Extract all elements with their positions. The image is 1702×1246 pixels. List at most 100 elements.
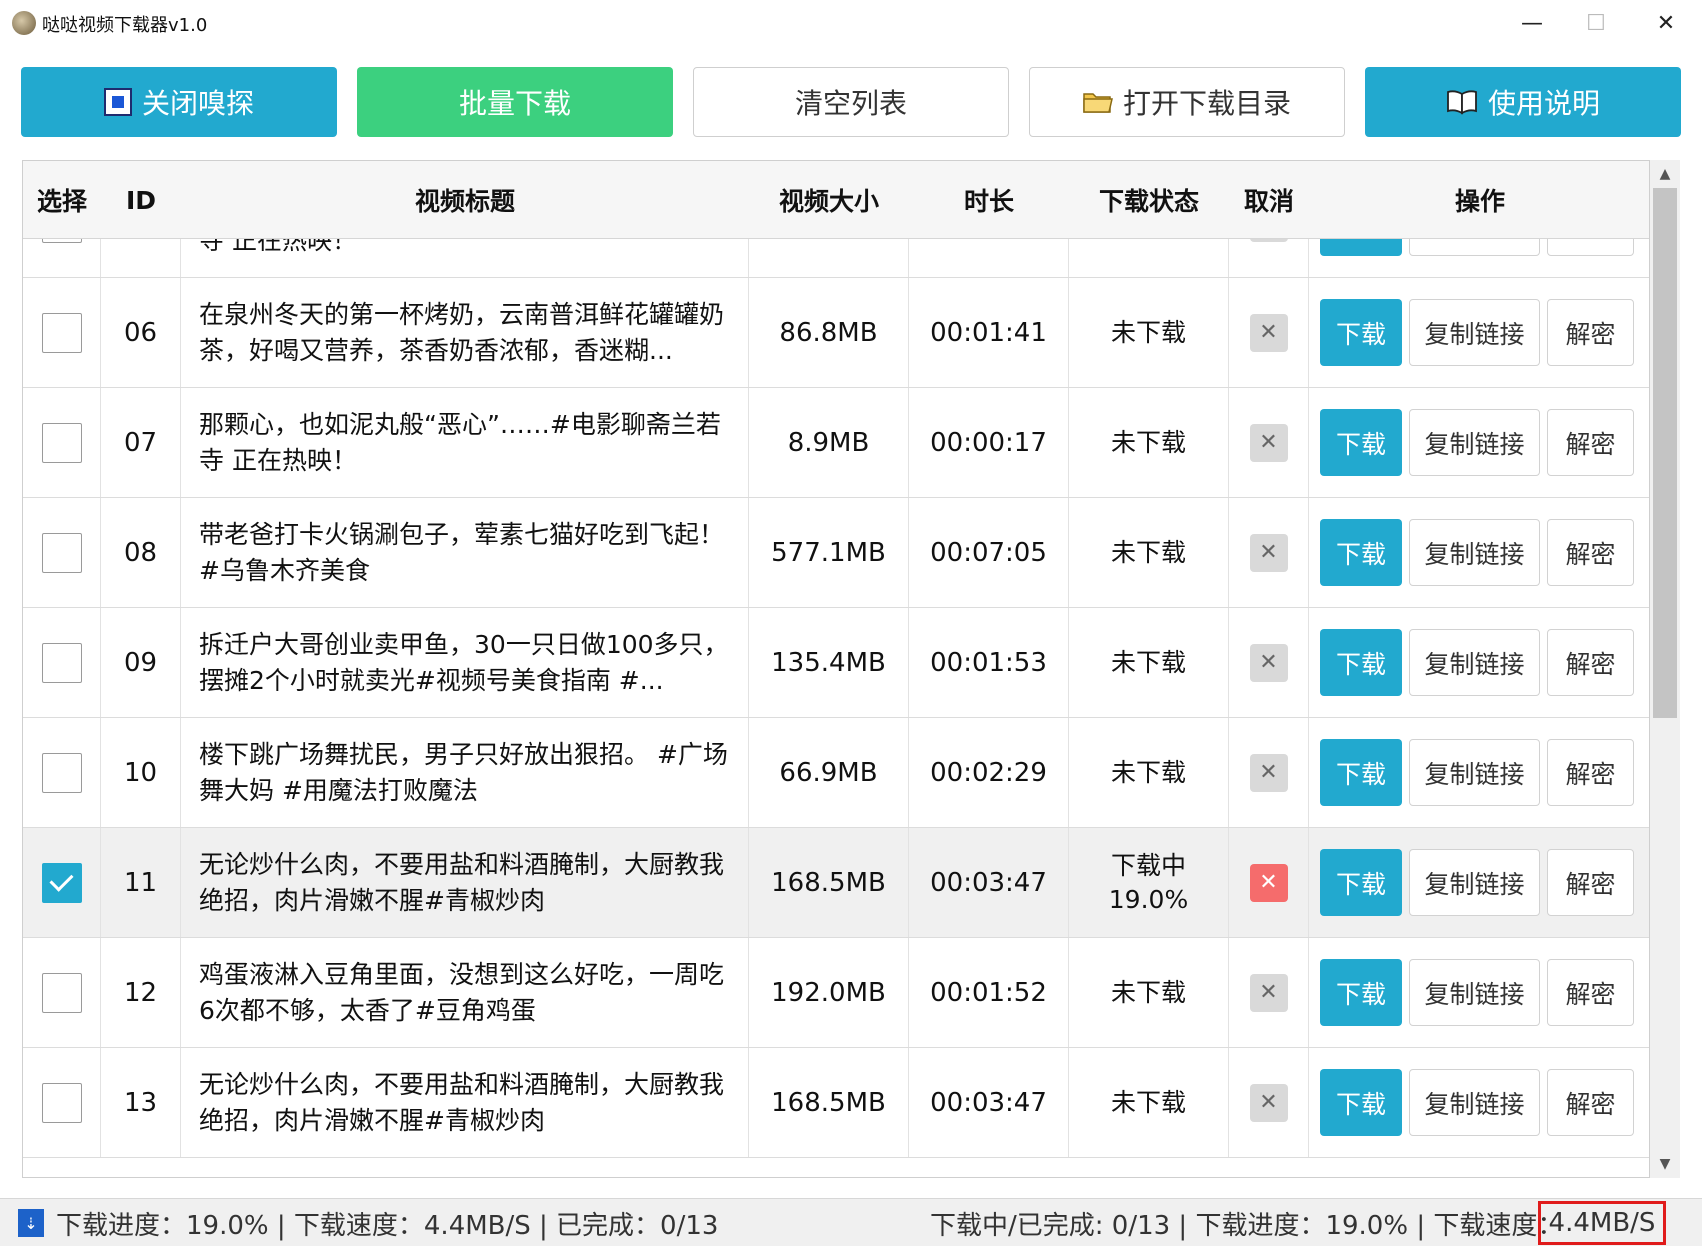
manual-button[interactable]: 使用说明 [1365, 67, 1681, 137]
row-title-cell: 无论炒什么肉，不要用盐和料酒腌制，大厨教我绝招，肉片滑嫩不腥#青椒炒肉 [181, 828, 749, 937]
scroll-down-arrow-icon[interactable]: ▼ [1650, 1150, 1680, 1178]
row-checkbox[interactable] [41, 312, 82, 353]
header-select: 选择 [36, 187, 87, 216]
row-title: 那颗心，也如泥丸般“恶心”……#电影聊斋兰若寺 正在热映！ [199, 409, 721, 475]
row-download-button[interactable]: 下载 [1320, 959, 1402, 1026]
row-status-text: 未下载 [1110, 1087, 1186, 1117]
cancel-icon[interactable]: ✕ [1249, 1083, 1288, 1122]
row-copy-link-button[interactable]: 复制链接 [1409, 739, 1540, 806]
open-download-dir-button[interactable]: 打开下载目录 [1029, 67, 1345, 137]
row-decrypt-button[interactable]: 解密 [1547, 959, 1634, 1026]
row-decrypt-button[interactable]: 解密 [1547, 849, 1634, 916]
batch-download-button[interactable]: 批量下载 [357, 67, 673, 137]
row-status-text: 未下载 [1110, 317, 1186, 347]
status-right-text: 下载中/已完成: 0/13 | 下载进度：19.0% | 下载速度： [930, 1211, 1564, 1241]
row-checkbox[interactable] [41, 1082, 82, 1123]
table-row: 05 那颗心，也如泥丸般“恶心”……#电影聊斋兰若寺 正在热映！ 8.9MB00:0… [23, 239, 1649, 278]
stop-sniff-button[interactable]: 关闭嗅探 [21, 67, 337, 137]
row-status-progress: 19.0% [1108, 884, 1189, 914]
row-copy-link-button[interactable]: 复制链接 [1409, 849, 1540, 916]
table-row: 12 鸡蛋液淋入豆角里面，没想到这么好吃，一周吃6次都不够，太香了#豆角鸡蛋 192… [23, 938, 1649, 1048]
row-checkbox[interactable] [41, 752, 82, 793]
row-size: 66.9MB [749, 718, 909, 827]
row-title-cell: 拆迁户大哥创业卖甲鱼，30一只日做100多只，摆摊2个小时就卖光#视频号美食指南… [181, 608, 749, 717]
row-copy-link-button[interactable]: 复制链接 [1409, 239, 1540, 256]
row-status-cell: 下载中 19.0% [1069, 828, 1229, 937]
row-duration: 00:03:47 [909, 1048, 1069, 1157]
cancel-icon[interactable]: ✕ [1249, 753, 1288, 792]
download-status-icon: ⇣ [18, 1209, 44, 1237]
row-copy-link-button[interactable]: 复制链接 [1409, 629, 1540, 696]
row-checkbox[interactable] [41, 532, 82, 573]
select-cell [23, 239, 101, 277]
table-row: 08 带老爸打卡火锅涮包子，荤素七猫好吃到飞起！#乌鲁木齐美食 577.1MB 00:… [23, 498, 1649, 608]
row-copy-link-button[interactable]: 复制链接 [1409, 519, 1540, 586]
close-window-button[interactable]: ✕ [1636, 0, 1696, 46]
row-copy-link-button[interactable]: 复制链接 [1409, 959, 1540, 1026]
cancel-icon[interactable]: ✕ [1249, 423, 1288, 462]
row-status-text: 下载中 [1110, 850, 1186, 880]
row-checkbox[interactable] [41, 642, 82, 683]
table-scrollbar[interactable]: ▲ ▼ [1650, 160, 1680, 1178]
cancel-cell: ✕ [1229, 1048, 1309, 1157]
row-download-button[interactable]: 下载 [1320, 849, 1402, 916]
select-cell [23, 388, 101, 497]
row-title-cell: 楼下跳广场舞扰民，男子只好放出狠招。 #广场舞大妈 #用魔法打败魔法 [181, 718, 749, 827]
row-status-text: 未下载 [1110, 757, 1186, 787]
clear-list-button[interactable]: 清空列表 [693, 67, 1009, 137]
row-download-button[interactable]: 下载 [1320, 739, 1402, 806]
row-status: 未下载 [1111, 239, 1186, 240]
cancel-icon[interactable]: ✕ [1249, 973, 1288, 1012]
row-title-cell: 鸡蛋液淋入豆角里面，没想到这么好吃，一周吃6次都不够，太香了#豆角鸡蛋 [181, 938, 749, 1047]
row-status: 未下载 [1111, 426, 1186, 460]
table-row: 13 无论炒什么肉，不要用盐和料酒腌制，大厨教我绝招，肉片滑嫩不腥#青椒炒肉 168… [23, 1048, 1649, 1158]
row-download-button[interactable]: 下载 [1320, 239, 1402, 256]
row-checkbox[interactable] [41, 239, 82, 243]
maximize-button[interactable]: ☐ [1566, 0, 1626, 46]
cancel-icon[interactable]: ✕ [1249, 863, 1288, 902]
scrollbar-thumb[interactable] [1653, 188, 1677, 718]
cancel-icon[interactable]: ✕ [1249, 533, 1288, 572]
row-copy-link-button[interactable]: 复制链接 [1409, 1069, 1540, 1136]
row-id: 06 [101, 278, 181, 387]
cancel-icon[interactable]: ✕ [1249, 313, 1288, 352]
row-status-cell: 未下载 [1069, 498, 1229, 607]
row-title: 无论炒什么肉，不要用盐和料酒腌制，大厨教我绝招，肉片滑嫩不腥#青椒炒肉 [199, 849, 725, 915]
header-actions: 操作 [1454, 187, 1505, 216]
row-copy-link-button[interactable]: 复制链接 [1409, 409, 1540, 476]
row-id: 07 [101, 388, 181, 497]
row-decrypt-button[interactable]: 解密 [1547, 239, 1634, 256]
row-title: 鸡蛋液淋入豆角里面，没想到这么好吃，一周吃6次都不够，太香了#豆角鸡蛋 [199, 959, 725, 1025]
row-id: 12 [101, 938, 181, 1047]
row-download-button[interactable]: 下载 [1320, 629, 1402, 696]
row-decrypt-button[interactable]: 解密 [1547, 299, 1634, 366]
cancel-cell: ✕ [1229, 239, 1309, 277]
row-duration: 00:00:17 [909, 388, 1069, 497]
minimize-button[interactable]: — [1502, 0, 1562, 46]
cancel-cell: ✕ [1229, 498, 1309, 607]
row-decrypt-button[interactable]: 解密 [1547, 739, 1634, 806]
scroll-up-arrow-icon[interactable]: ▲ [1650, 160, 1680, 188]
batch-download-label: 批量下载 [458, 87, 571, 120]
row-status-cell: 未下载 [1069, 938, 1229, 1047]
row-decrypt-button[interactable]: 解密 [1547, 409, 1634, 476]
row-download-button[interactable]: 下载 [1320, 519, 1402, 586]
row-checkbox[interactable] [41, 422, 82, 463]
row-decrypt-button[interactable]: 解密 [1547, 1069, 1634, 1136]
book-icon [1446, 89, 1478, 115]
row-download-button[interactable]: 下载 [1320, 409, 1402, 476]
row-decrypt-button[interactable]: 解密 [1547, 629, 1634, 696]
row-checkbox[interactable] [41, 862, 82, 903]
row-size: 168.5MB [749, 1048, 909, 1157]
row-status: 未下载 [1111, 646, 1186, 680]
row-decrypt-button[interactable]: 解密 [1547, 519, 1634, 586]
row-download-button[interactable]: 下载 [1320, 1069, 1402, 1136]
row-duration: 00:02:29 [909, 718, 1069, 827]
row-checkbox[interactable] [41, 972, 82, 1013]
row-copy-link-button[interactable]: 复制链接 [1409, 299, 1540, 366]
row-size: 168.5MB [749, 828, 909, 937]
cancel-icon[interactable]: ✕ [1249, 643, 1288, 682]
cancel-icon[interactable]: ✕ [1249, 239, 1288, 242]
row-download-button[interactable]: 下载 [1320, 299, 1402, 366]
row-size: 192.0MB [749, 938, 909, 1047]
